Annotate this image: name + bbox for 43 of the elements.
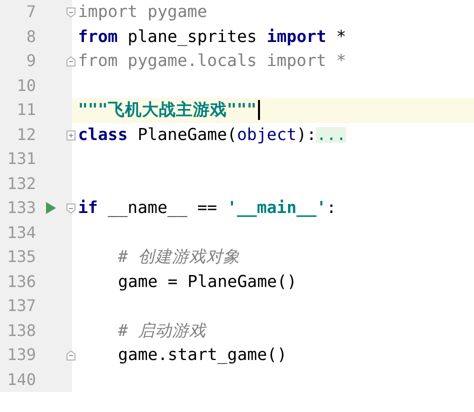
code-text: * [335,28,346,45]
line-number: 9 [25,53,36,70]
line-number: 8 [25,28,36,45]
line-number: 132 [6,176,36,192]
code-text: game = PlaneGame() [118,274,297,290]
code-string: '__main__' [227,200,326,216]
fold-icon[interactable] [66,203,76,214]
code-text: game.start_game() [118,347,287,364]
line-number: 138 [6,322,36,339]
code-keyword: from [78,28,118,45]
folded-code-marker: ... [316,126,346,143]
fold-icon[interactable] [66,7,76,18]
line-number: 134 [6,224,36,241]
line-number: 10 [16,78,36,94]
fold-icon[interactable] [66,56,76,67]
text-caret [258,100,260,120]
code-text: __name__ == [106,200,218,216]
code-docstring: """飞机大战主游戏""" [78,102,257,118]
code-keyword: class [78,126,128,143]
code-text: plane_sprites [126,28,258,45]
line-number: 131 [6,151,36,168]
line-number: 11 [16,102,36,118]
code-text: import pygame [78,4,208,20]
line-number: 136 [6,274,36,290]
code-text: ): [296,126,316,143]
line-number: 12 [16,126,36,143]
code-keyword: if [78,200,98,216]
code-comment: # 创建游戏对象 [118,249,240,266]
line-number: 133 [6,200,36,216]
fold-icon[interactable] [66,350,76,361]
code-text: from pygame.locals import * [78,53,346,70]
code-text: : [326,200,336,216]
code-builtin: object [236,126,297,143]
code-text: PlaneGame( [136,126,237,143]
code-comment: # 启动游戏 [118,322,206,339]
expand-fold-icon[interactable] [66,130,76,140]
line-number: 140 [6,372,36,388]
line-number: 135 [6,249,36,266]
line-number: 7 [25,4,36,20]
run-icon[interactable] [46,202,56,214]
code-keyword: import [266,28,326,45]
line-number: 139 [6,347,36,364]
line-number: 137 [6,298,36,314]
